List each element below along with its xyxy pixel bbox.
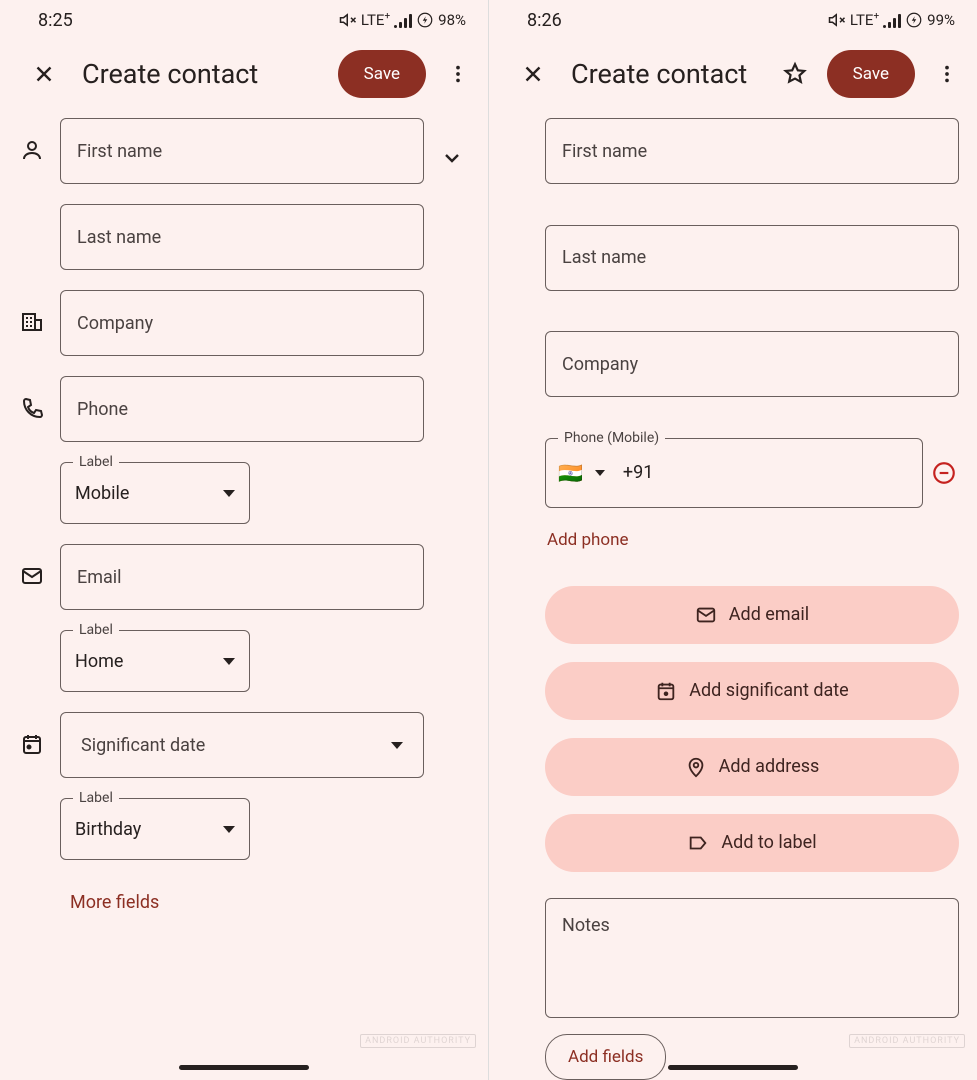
company-icon — [14, 290, 50, 334]
phone-field[interactable] — [60, 376, 424, 442]
star-button[interactable] — [775, 54, 815, 94]
date-label-select[interactable]: Label Birthday — [60, 798, 250, 860]
phone-label-select[interactable]: Label Mobile — [60, 462, 250, 524]
save-button[interactable]: Save — [338, 50, 426, 98]
status-right: LTE+ 99% — [828, 11, 955, 29]
form: Label Mobile Label Home — [0, 118, 488, 1080]
status-bar: 8:25 LTE+ 98% — [0, 0, 488, 40]
flag-icon: 🇮🇳 — [558, 461, 583, 485]
email-label-select[interactable]: Label Home — [60, 630, 250, 692]
battery-icon — [416, 11, 434, 29]
status-time: 8:25 — [38, 10, 73, 31]
overflow-menu[interactable] — [438, 54, 478, 94]
battery-pct: 99% — [927, 11, 955, 29]
chevron-down-icon — [223, 490, 235, 497]
signal-icon — [883, 12, 901, 28]
page-title: Create contact — [82, 58, 326, 90]
header: Create contact Save — [489, 40, 977, 118]
label-icon — [687, 832, 709, 854]
chevron-down-icon — [223, 826, 235, 833]
close-button[interactable] — [24, 54, 64, 94]
status-bar: 8:26 LTE+ 99% — [489, 0, 977, 40]
phone-row: Phone (Mobile) 🇮🇳 +91 — [545, 438, 959, 508]
calendar-icon — [655, 680, 677, 702]
remove-phone-button[interactable] — [929, 460, 959, 486]
network-text: LTE+ — [850, 11, 879, 29]
phone-right: 8:26 LTE+ 99% Create contact Save — [488, 0, 977, 1080]
close-button[interactable] — [513, 54, 553, 94]
email-field[interactable] — [60, 544, 424, 610]
save-button[interactable]: Save — [827, 50, 915, 98]
page-title: Create contact — [571, 58, 763, 90]
add-email-chip[interactable]: Add email — [545, 586, 959, 644]
network-text: LTE+ — [361, 11, 390, 29]
mute-icon — [339, 11, 357, 29]
battery-icon — [905, 11, 923, 29]
country-code: +91 — [623, 462, 653, 483]
chevron-down-icon — [223, 658, 235, 665]
phone-mobile-field[interactable]: Phone (Mobile) 🇮🇳 +91 — [545, 438, 923, 508]
status-right: LTE+ 98% — [339, 11, 466, 29]
add-label-chip[interactable]: Add to label — [545, 814, 959, 872]
battery-pct: 98% — [438, 11, 466, 29]
chevron-down-icon — [595, 470, 605, 476]
company-field[interactable] — [60, 290, 424, 356]
first-name-field[interactable] — [545, 118, 959, 205]
pin-icon — [685, 756, 707, 778]
last-name-field[interactable] — [545, 225, 959, 312]
more-fields-link[interactable]: More fields — [62, 880, 470, 925]
header: Create contact Save — [0, 40, 488, 118]
add-phone-link[interactable]: Add phone — [545, 518, 959, 562]
phone-left: 8:25 LTE+ 98% Create contact Save — [0, 0, 488, 1080]
form: Phone (Mobile) 🇮🇳 +91 Add phone Add emai… — [489, 118, 977, 1080]
email-icon — [695, 604, 717, 626]
overflow-menu[interactable] — [927, 54, 967, 94]
person-icon — [14, 118, 50, 162]
sig-date-field[interactable]: Significant date — [60, 712, 424, 778]
chevron-down-icon — [391, 742, 403, 749]
company-field[interactable] — [545, 331, 959, 418]
email-icon — [14, 544, 50, 588]
nav-bar[interactable] — [668, 1065, 798, 1070]
status-time: 8:26 — [527, 10, 562, 31]
signal-icon — [394, 12, 412, 28]
phone-icon — [14, 376, 50, 420]
first-name-field[interactable] — [60, 118, 424, 184]
add-address-chip[interactable]: Add address — [545, 738, 959, 796]
last-name-field[interactable] — [60, 204, 424, 270]
add-fields-button[interactable]: Add fields — [545, 1034, 666, 1080]
nav-bar[interactable] — [179, 1065, 309, 1070]
mute-icon — [828, 11, 846, 29]
calendar-icon — [14, 712, 50, 756]
add-date-chip[interactable]: Add significant date — [545, 662, 959, 720]
expand-name-button[interactable] — [434, 138, 470, 178]
notes-field[interactable]: Notes — [545, 898, 959, 1019]
